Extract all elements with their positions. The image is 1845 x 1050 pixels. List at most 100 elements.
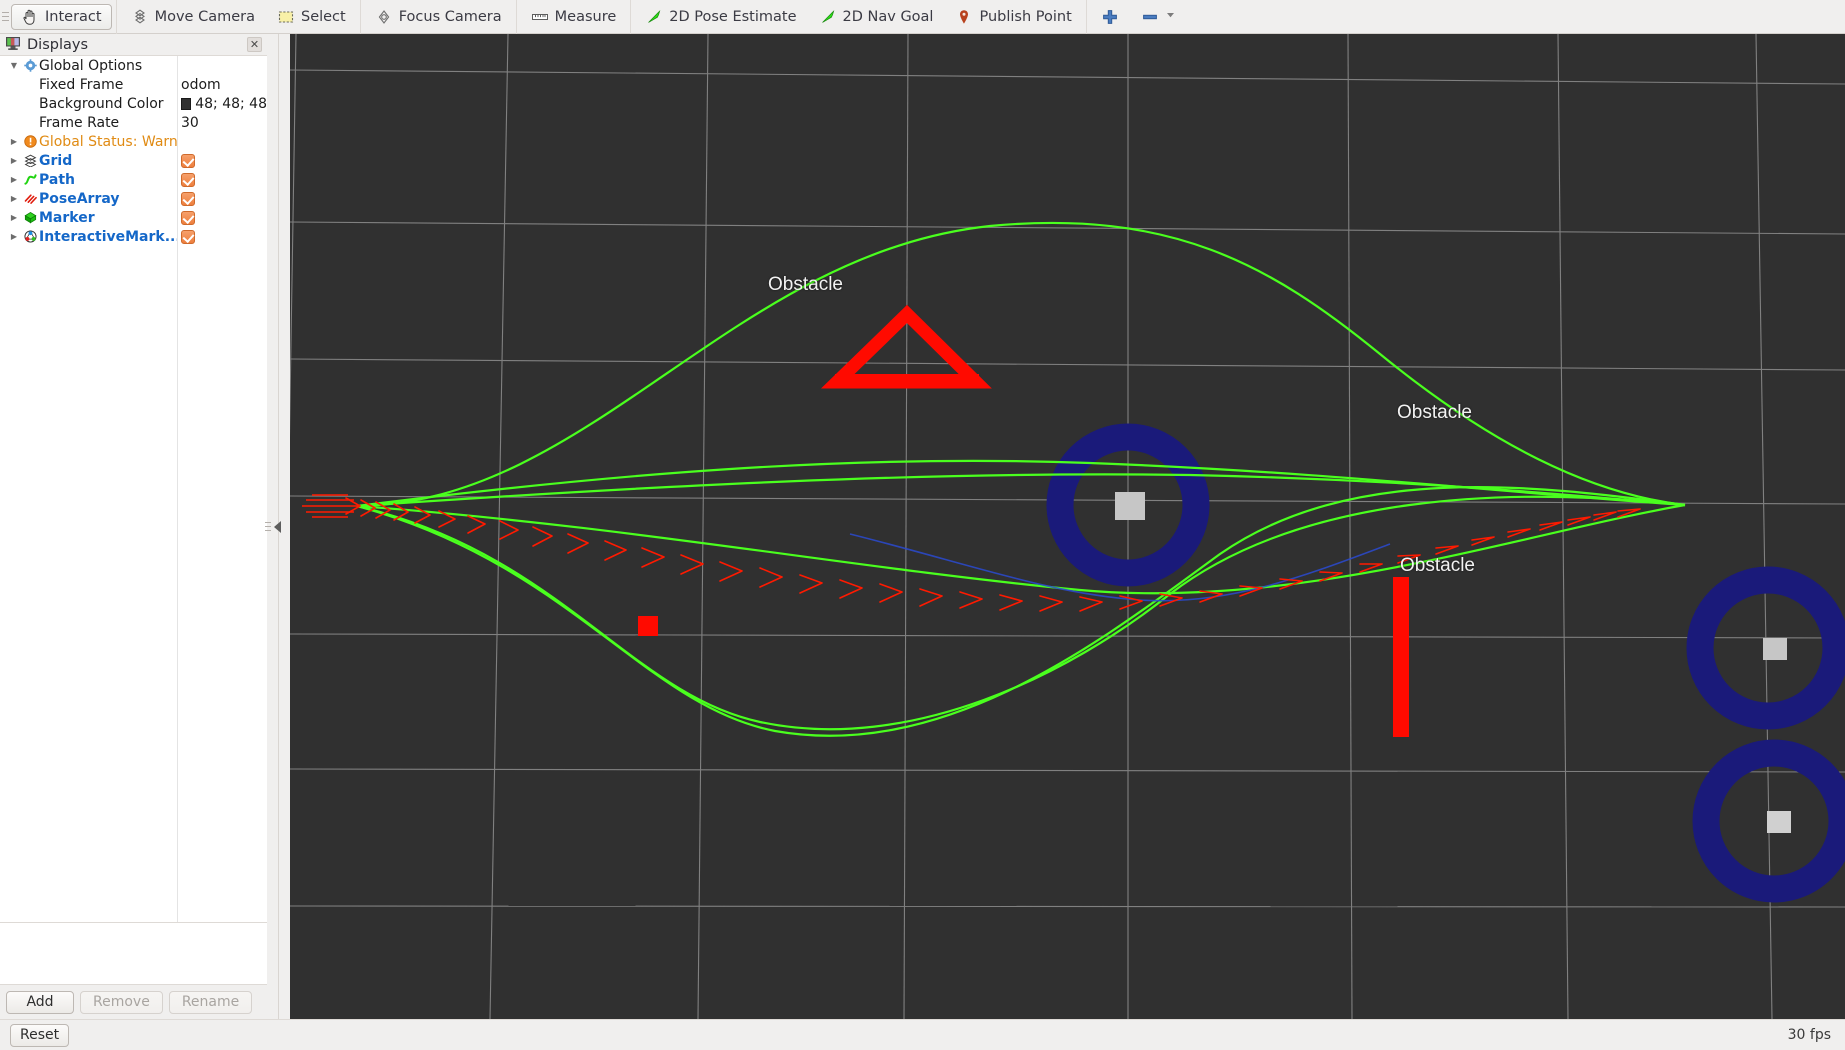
background-color-text: 48; 48; 48 [195,95,267,112]
scene-label-obstacle-triangle: Obstacle [768,274,843,295]
grid-enabled-checkbox[interactable] [181,153,195,168]
tree-label: Global Options [39,57,143,74]
remove-tool-button[interactable] [1131,4,1186,30]
tree-row-global-status[interactable]: ▶ Global Status: Warn [0,132,267,151]
tree-row-grid[interactable]: ▶ Grid [0,151,267,170]
background-color-value[interactable]: 48; 48; 48 [177,96,267,112]
robot-body-square [1115,492,1145,520]
green-arrow-icon [645,8,663,26]
interactive-markers-enabled-checkbox[interactable] [181,229,195,244]
tool-move-camera-label: Move Camera [154,8,255,25]
tool-publish-point-label: Publish Point [979,8,1072,25]
tool-publish-point[interactable]: Publish Point [945,4,1081,30]
path-icon [22,173,39,186]
tool-move-camera[interactable]: Move Camera [121,4,265,30]
path-enabled-checkbox[interactable] [181,172,195,187]
remove-button: Remove [80,990,163,1014]
fps-indicator: 30 fps [1787,1027,1831,1043]
tool-focus-camera[interactable]: Focus Camera [365,4,512,30]
toolbar-separator [1085,0,1087,34]
tool-select[interactable]: Select [267,4,356,30]
scene-canvas [290,34,1845,1019]
splitter-grip-icon [264,522,271,531]
frame-rate-value[interactable]: 30 [177,115,267,131]
toolbar-separator [515,0,517,34]
tree-label: Fixed Frame [39,76,124,93]
marker-cube-icon [22,211,39,224]
tree-label: Path [39,171,75,188]
move-camera-icon [131,8,149,26]
tree-label: PoseArray [39,190,120,207]
reset-button[interactable]: Reset [10,1023,70,1047]
plus-icon [1101,8,1119,26]
toolbar-separator [630,0,632,34]
expand-arrow-icon[interactable]: ▶ [6,232,22,241]
tool-2d-nav-goal-label: 2D Nav Goal [842,8,934,25]
displays-tree[interactable]: ▼ Global Options Fixed Frame odom Backgr… [0,56,267,923]
tool-interact[interactable]: Interact [11,3,112,30]
marker-obstacle-bar [1393,577,1409,737]
tree-label: Background Color [39,95,164,112]
marker-small-square [638,616,658,636]
tree-value [177,172,267,187]
select-rect-icon [277,8,295,26]
path-curves [356,221,1686,737]
render-view-3d[interactable]: Obstacle Obstacle Obstacle [290,34,1845,1019]
interactive-marker-icon [22,230,39,243]
tool-2d-nav-goal[interactable]: 2D Nav Goal [809,4,944,30]
panel-splitter[interactable] [264,34,281,1019]
tree-row-interactive-markers[interactable]: ▶ InteractiveMark... [0,227,267,246]
expand-arrow-icon[interactable]: ▶ [6,194,22,203]
toolbar-separator [359,0,361,34]
tool-2d-pose-estimate-label: 2D Pose Estimate [669,8,797,25]
collapse-left-arrow-icon[interactable] [273,520,281,533]
toolbar-drag-handle[interactable] [0,0,10,34]
expand-arrow-icon[interactable]: ▶ [6,175,22,184]
hand-cursor-icon [21,8,39,26]
marker-enabled-checkbox[interactable] [181,210,195,225]
tree-value [177,191,267,206]
ruler-icon [531,8,549,26]
display-properties-area [0,923,267,985]
tree-row-global-options[interactable]: ▼ Global Options [0,56,267,75]
tree-row-marker[interactable]: ▶ Marker [0,208,267,227]
expand-arrow-icon[interactable]: ▶ [6,137,22,146]
posearray-enabled-checkbox[interactable] [181,191,195,206]
toolbar-separator [115,0,117,34]
expand-arrow-icon[interactable]: ▼ [6,61,22,70]
tool-focus-camera-label: Focus Camera [398,8,502,25]
posearray-icon [22,192,39,205]
expand-arrow-icon[interactable]: ▶ [6,213,22,222]
add-tool-button[interactable] [1091,4,1129,30]
tree-value [177,229,267,244]
tree-row-posearray[interactable]: ▶ PoseArray [0,189,267,208]
expand-arrow-icon[interactable]: ▶ [6,156,22,165]
color-swatch-icon [181,97,192,110]
tool-measure[interactable]: Measure [521,4,627,30]
fixed-frame-value[interactable]: odom [177,77,267,93]
tree-label: Marker [39,209,95,226]
tree-value [177,210,267,225]
pose-array-start-cluster [302,494,358,518]
tool-2d-pose-estimate[interactable]: 2D Pose Estimate [635,4,806,30]
tree-row-frame-rate[interactable]: Frame Rate 30 [0,113,267,132]
tree-row-path[interactable]: ▶ Path [0,170,267,189]
obstacle-body-square-upper [1763,638,1787,660]
focus-camera-icon [375,8,393,26]
close-icon[interactable]: ✕ [247,37,262,52]
tree-label: Frame Rate [39,114,120,131]
grid-icon [22,154,39,167]
chevron-down-icon[interactable] [1165,8,1176,26]
tree-row-fixed-frame[interactable]: Fixed Frame odom [0,75,267,94]
tree-label: Global Status: Warn [39,133,177,150]
warning-icon [22,135,39,148]
add-button[interactable]: Add [6,990,74,1014]
scene-label-obstacle-right-top: Obstacle [1397,402,1472,423]
tree-row-background-color[interactable]: Background Color 48; 48; 48 [0,94,267,113]
gear-icon [22,59,39,72]
tool-interact-label: Interact [45,8,102,25]
rename-button: Rename [168,990,253,1014]
green-arrow-icon [819,8,837,26]
tree-label: InteractiveMark... [39,228,177,245]
displays-panel-titlebar: Displays ✕ [0,34,267,56]
